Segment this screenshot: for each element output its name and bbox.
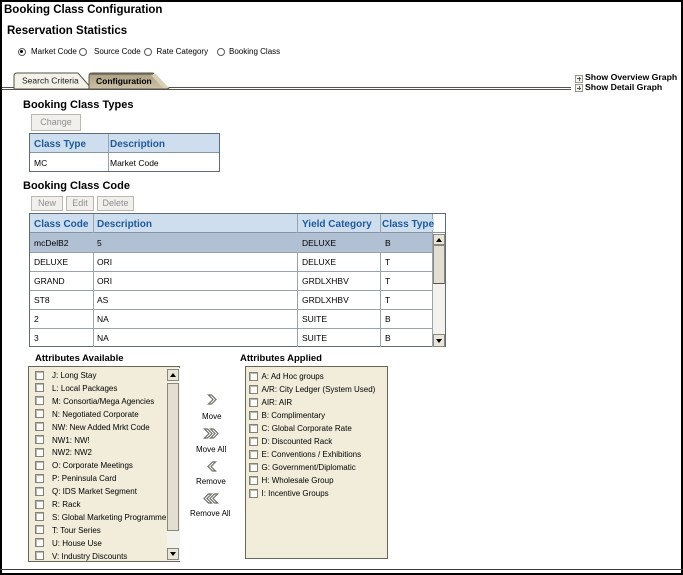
svg-text:Configuration: Configuration — [96, 76, 152, 86]
svg-text:Search Criteria: Search Criteria — [22, 76, 79, 86]
